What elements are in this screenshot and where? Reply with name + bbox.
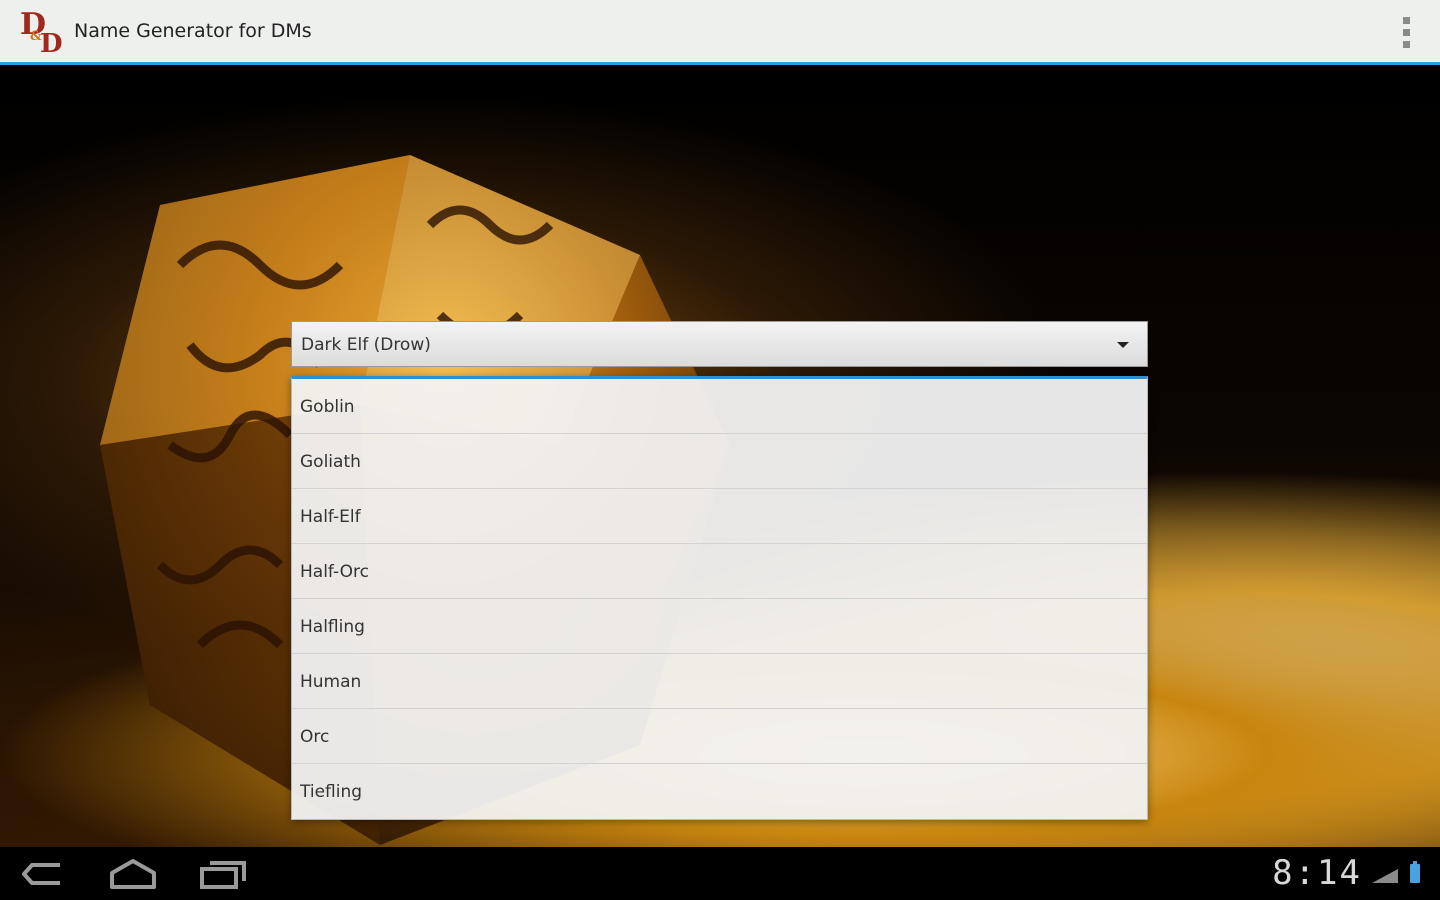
list-item[interactable]: Human [292, 654, 1147, 709]
list-item[interactable]: Half-Elf [292, 489, 1147, 544]
race-spinner[interactable]: Dark Elf (Drow) [291, 321, 1148, 367]
back-icon[interactable] [20, 857, 66, 891]
spinner-selected-value: Dark Elf (Drow) [301, 335, 431, 355]
overflow-menu-icon[interactable] [1392, 14, 1420, 50]
list-item[interactable]: Orc [292, 709, 1147, 764]
system-nav-bar: 8:14 [0, 847, 1440, 900]
dnd-logo-icon[interactable]: D & D [18, 6, 66, 56]
app-title: Name Generator for DMs [74, 20, 312, 42]
svg-text:D: D [40, 29, 63, 56]
chevron-down-icon [1117, 342, 1129, 348]
action-bar: D & D Name Generator for DMs [0, 0, 1440, 65]
home-icon[interactable] [108, 857, 158, 891]
race-dropdown-list: Goblin Goliath Half-Elf Half-Orc Halflin… [291, 376, 1148, 820]
list-item[interactable]: Goblin [292, 379, 1147, 434]
list-item[interactable]: Halfling [292, 599, 1147, 654]
list-item[interactable]: Tiefling [292, 764, 1147, 819]
battery-icon [1410, 861, 1420, 883]
recent-apps-icon[interactable] [198, 857, 248, 891]
status-clock: 8:14 [1272, 853, 1362, 893]
list-item[interactable]: Half-Orc [292, 544, 1147, 599]
list-item[interactable]: Goliath [292, 434, 1147, 489]
signal-icon [1372, 869, 1398, 883]
